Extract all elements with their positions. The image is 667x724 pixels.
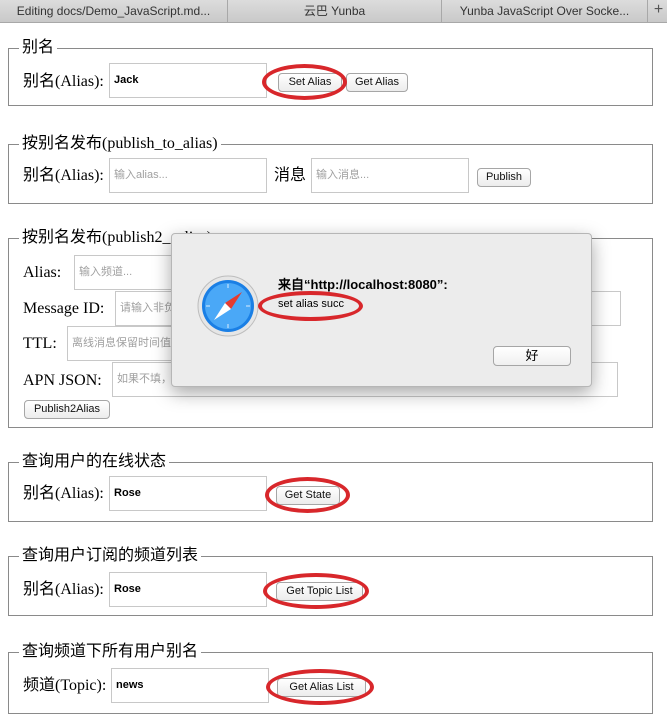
topic-list-alias-input[interactable]: Rose bbox=[109, 572, 267, 607]
dialog-title: 来自“http://localhost:8080”: bbox=[278, 277, 448, 292]
get-topic-list-button[interactable]: Get Topic List bbox=[276, 582, 363, 601]
publish-button[interactable]: Publish bbox=[477, 168, 531, 187]
topic-list-alias-label: 别名(Alias): bbox=[23, 581, 104, 598]
tab-yunba-js-socket[interactable]: Yunba JavaScript Over Socke... bbox=[442, 0, 648, 22]
get-state-legend: 查询用户的在线状态 bbox=[19, 452, 170, 472]
get-state-alias-label: 别名(Alias): bbox=[23, 485, 104, 502]
publish-to-alias-fieldset: 按别名发布(publish_to_alias) 别名(Alias): 输入ali… bbox=[8, 134, 653, 204]
get-state-alias-input[interactable]: Rose bbox=[109, 476, 267, 511]
tab-yunba[interactable]: 云巴 Yunba bbox=[228, 0, 442, 22]
alert-dialog: 来自“http://localhost:8080”: set alias suc… bbox=[171, 233, 592, 387]
alias-legend: 别名 bbox=[19, 38, 58, 58]
publish-alias-label: 别名(Alias): bbox=[23, 167, 104, 184]
get-state-fieldset: 查询用户的在线状态 别名(Alias): Rose Get State bbox=[8, 452, 653, 522]
get-alias-list-button[interactable]: Get Alias List bbox=[277, 678, 366, 697]
publish2alias-button[interactable]: Publish2Alias bbox=[24, 400, 110, 419]
set-alias-button[interactable]: Set Alias bbox=[278, 73, 342, 92]
alias-fieldset: 别名 别名(Alias): Jack Set Alias Get Alias bbox=[8, 38, 653, 106]
safari-compass-icon bbox=[197, 275, 259, 337]
topic-input[interactable]: news bbox=[111, 668, 269, 703]
dialog-message: set alias succ bbox=[278, 298, 345, 310]
browser-tab-bar: Editing docs/Demo_JavaScript.md... 云巴 Yu… bbox=[0, 0, 667, 23]
get-alias-button[interactable]: Get Alias bbox=[346, 73, 408, 92]
alias-input[interactable]: Jack bbox=[109, 63, 267, 98]
publish-message-label: 消息 bbox=[274, 167, 307, 184]
dialog-ok-button[interactable]: 好 bbox=[493, 346, 571, 366]
topic-list-legend: 查询用户订阅的频道列表 bbox=[19, 546, 202, 566]
ttl-label: TTL: bbox=[23, 335, 57, 352]
get-state-button[interactable]: Get State bbox=[276, 486, 340, 505]
publish-alias-input[interactable]: 输入alias... bbox=[109, 158, 267, 193]
new-tab-button[interactable]: + bbox=[648, 0, 667, 22]
publish-to-alias-legend: 按别名发布(publish_to_alias) bbox=[19, 134, 221, 154]
message-id-label: Message ID: bbox=[23, 300, 105, 317]
publish-message-input[interactable]: 输入消息... bbox=[311, 158, 469, 193]
alias-list-fieldset: 查询频道下所有用户别名 频道(Topic): news Get Alias Li… bbox=[8, 642, 653, 714]
apn-json-label: APN JSON: bbox=[23, 372, 102, 389]
topic-label: 频道(Topic): bbox=[23, 677, 107, 694]
topic-list-fieldset: 查询用户订阅的频道列表 别名(Alias): Rose Get Topic Li… bbox=[8, 546, 653, 616]
tab-editing-docs[interactable]: Editing docs/Demo_JavaScript.md... bbox=[0, 0, 228, 22]
alias-label: 别名(Alias): bbox=[23, 73, 104, 90]
alias-list-legend: 查询频道下所有用户别名 bbox=[19, 642, 202, 662]
publish2-legend-head: 按别名发布(publish2_ bbox=[22, 229, 171, 246]
publish2-alias-label: Alias: bbox=[23, 264, 62, 281]
